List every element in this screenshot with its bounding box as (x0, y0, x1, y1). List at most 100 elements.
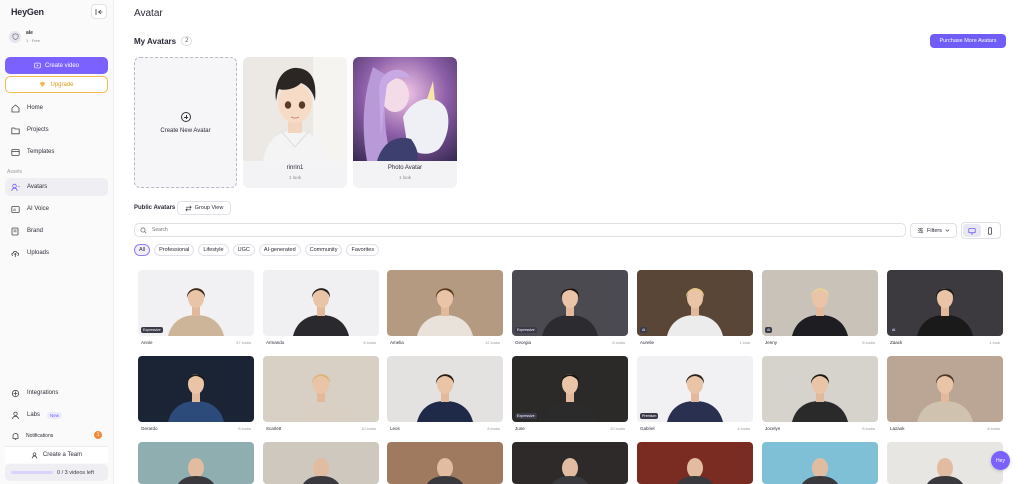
create-team-button[interactable]: Create a Team (5, 446, 108, 463)
avatar-name: Scarlett (266, 426, 282, 431)
avatar-name: Leos (390, 426, 400, 431)
create-team-label: Create a Team (42, 452, 83, 458)
avatar-thumbnail: Expressive (512, 356, 628, 422)
chip-favorites[interactable]: Favorites (346, 244, 380, 256)
avatar-tag: AI (640, 327, 648, 333)
filters-button[interactable]: Filters (910, 223, 957, 238)
avatar-card[interactable]: Armando 8 looks (263, 270, 379, 345)
chip-ugc[interactable]: UGC (232, 244, 255, 256)
nav-item-brand[interactable]: Brand (5, 222, 108, 240)
my-avatar-card[interactable]: Photo Avatar 1 look (353, 57, 457, 188)
group-view-label: Group View (194, 205, 224, 211)
avatar-looks: 37 looks (236, 340, 251, 345)
upgrade-button[interactable]: Upgrade (5, 76, 108, 93)
avatar-tag: Expressive (141, 327, 163, 333)
avatar-card[interactable]: Expressive Georgia 8 looks (512, 270, 628, 345)
nav-label: Brand (27, 228, 44, 234)
notifications[interactable]: Notifications 1 (5, 429, 108, 443)
avatar-card[interactable] (387, 442, 503, 484)
avatar-thumbnail (762, 442, 878, 484)
app-logo[interactable]: HeyGen (11, 7, 44, 17)
avatar-name: Annie (141, 340, 153, 345)
nav-item-avatars[interactable]: Avatars (5, 178, 108, 196)
avatar-thumbnail (243, 57, 347, 161)
avatar-card[interactable]: Lazaok 8 looks (887, 356, 1003, 431)
avatar-card[interactable]: AI Zaack 1 look (887, 270, 1003, 345)
plus-icon (180, 111, 191, 122)
nav-label: Templates (27, 149, 55, 155)
new-badge: New (47, 411, 63, 419)
nav-item-templates[interactable]: Templates (5, 143, 108, 161)
create-video-label: Create video (44, 62, 80, 69)
nav-item-ai-voice[interactable]: AI AI Voice (5, 200, 108, 218)
avatar-thumbnail: Expressive (138, 270, 254, 336)
diamond-icon (40, 81, 46, 88)
my-avatar-card[interactable]: rinrin1 1 look (243, 57, 347, 188)
chip-community[interactable]: Community (304, 244, 343, 256)
bell-icon (12, 432, 19, 440)
help-chat-button[interactable]: Hey (991, 451, 1010, 470)
nav-item-home[interactable]: Home (5, 99, 108, 117)
purchase-more-avatars-button[interactable]: Purchase More Avatars (930, 34, 1006, 48)
collapse-sidebar-button[interactable] (91, 4, 107, 19)
avatar-name: Jenny (765, 340, 778, 345)
upload-icon (11, 250, 19, 257)
public-avatars-heading: Public Avatars (134, 205, 176, 211)
avatar-card[interactable] (762, 442, 878, 484)
videos-left-indicator[interactable]: 0 / 3 videos left (5, 464, 108, 481)
filter-icon (917, 227, 924, 234)
chip-lifestyle[interactable]: Lifestyle (198, 244, 229, 256)
landscape-toggle[interactable] (963, 224, 981, 237)
avatar-name: Gabriel (640, 426, 655, 431)
nav-item-integrations[interactable]: Integrations (5, 384, 108, 402)
nav-item-uploads[interactable]: Uploads (5, 244, 108, 262)
avatar-card[interactable] (138, 442, 254, 484)
avatar-card[interactable] (887, 442, 1003, 484)
collapse-icon (95, 8, 103, 15)
avatar-thumbnail (263, 270, 379, 336)
avatar-looks: 8 looks (862, 426, 875, 431)
chevron-down-icon (945, 229, 950, 232)
avatar-card[interactable] (637, 442, 753, 484)
chip-professional[interactable]: Professional (154, 244, 195, 256)
search-input[interactable] (152, 227, 852, 233)
avatar-card[interactable]: AI Aurelie 1 look (637, 270, 753, 345)
avatar-card[interactable]: Jocelyn 8 looks (762, 356, 878, 431)
avatar-card[interactable]: Premium Gabriel 4 looks (637, 356, 753, 431)
avatar-name: Georgia (515, 340, 532, 345)
avatar-card[interactable]: Gerardo 8 looks (138, 356, 254, 431)
avatar-card[interactable]: Leos 8 looks (387, 356, 503, 431)
orientation-toggle[interactable] (961, 222, 1001, 239)
avatar-card[interactable]: Expressive June 10 looks (512, 356, 628, 431)
nav-item-labs[interactable]: Labs New (5, 406, 108, 424)
avatar-thumbnail (138, 356, 254, 422)
avatar-thumbnail (887, 356, 1003, 422)
phone-icon (988, 226, 993, 235)
create-new-avatar-card[interactable]: Create New Avatar (134, 57, 237, 188)
avatar-thumbnail (512, 442, 628, 484)
filters-label: Filters (927, 227, 942, 234)
group-view-button[interactable]: Group View (177, 201, 231, 215)
avatar-card[interactable]: Scarlett 10 looks (263, 356, 379, 431)
portrait-toggle[interactable] (982, 224, 1000, 237)
avatar-tag: Expressive (515, 327, 537, 333)
chip-ai-generated[interactable]: AI-generated (258, 244, 301, 256)
nav-item-projects[interactable]: Projects (5, 121, 108, 139)
avatar-card[interactable] (263, 442, 379, 484)
avatar-thumbnail (263, 356, 379, 422)
avatar-card[interactable]: Amelia 12 looks (387, 270, 503, 345)
avatar-name: rinrin1 (286, 165, 304, 171)
avatar-card[interactable]: Expressive Annie 37 looks (138, 270, 254, 345)
avatar-card[interactable]: AI Jenny 8 looks (762, 270, 878, 345)
search-bar[interactable] (134, 223, 906, 237)
user-profile[interactable]: ale 1 · Free (9, 30, 40, 43)
notifications-label: Notifications (26, 433, 54, 439)
chip-all[interactable]: All (134, 244, 151, 256)
avatar-looks: 8 looks (238, 426, 251, 431)
avatar-looks: 10 looks (610, 426, 625, 431)
avatar-looks: 8 looks (612, 340, 625, 345)
create-video-button[interactable]: Create video (5, 57, 108, 74)
avatar-tag: Expressive (515, 413, 537, 419)
avatar-card[interactable] (512, 442, 628, 484)
avatar-name: Zaack (890, 340, 903, 345)
